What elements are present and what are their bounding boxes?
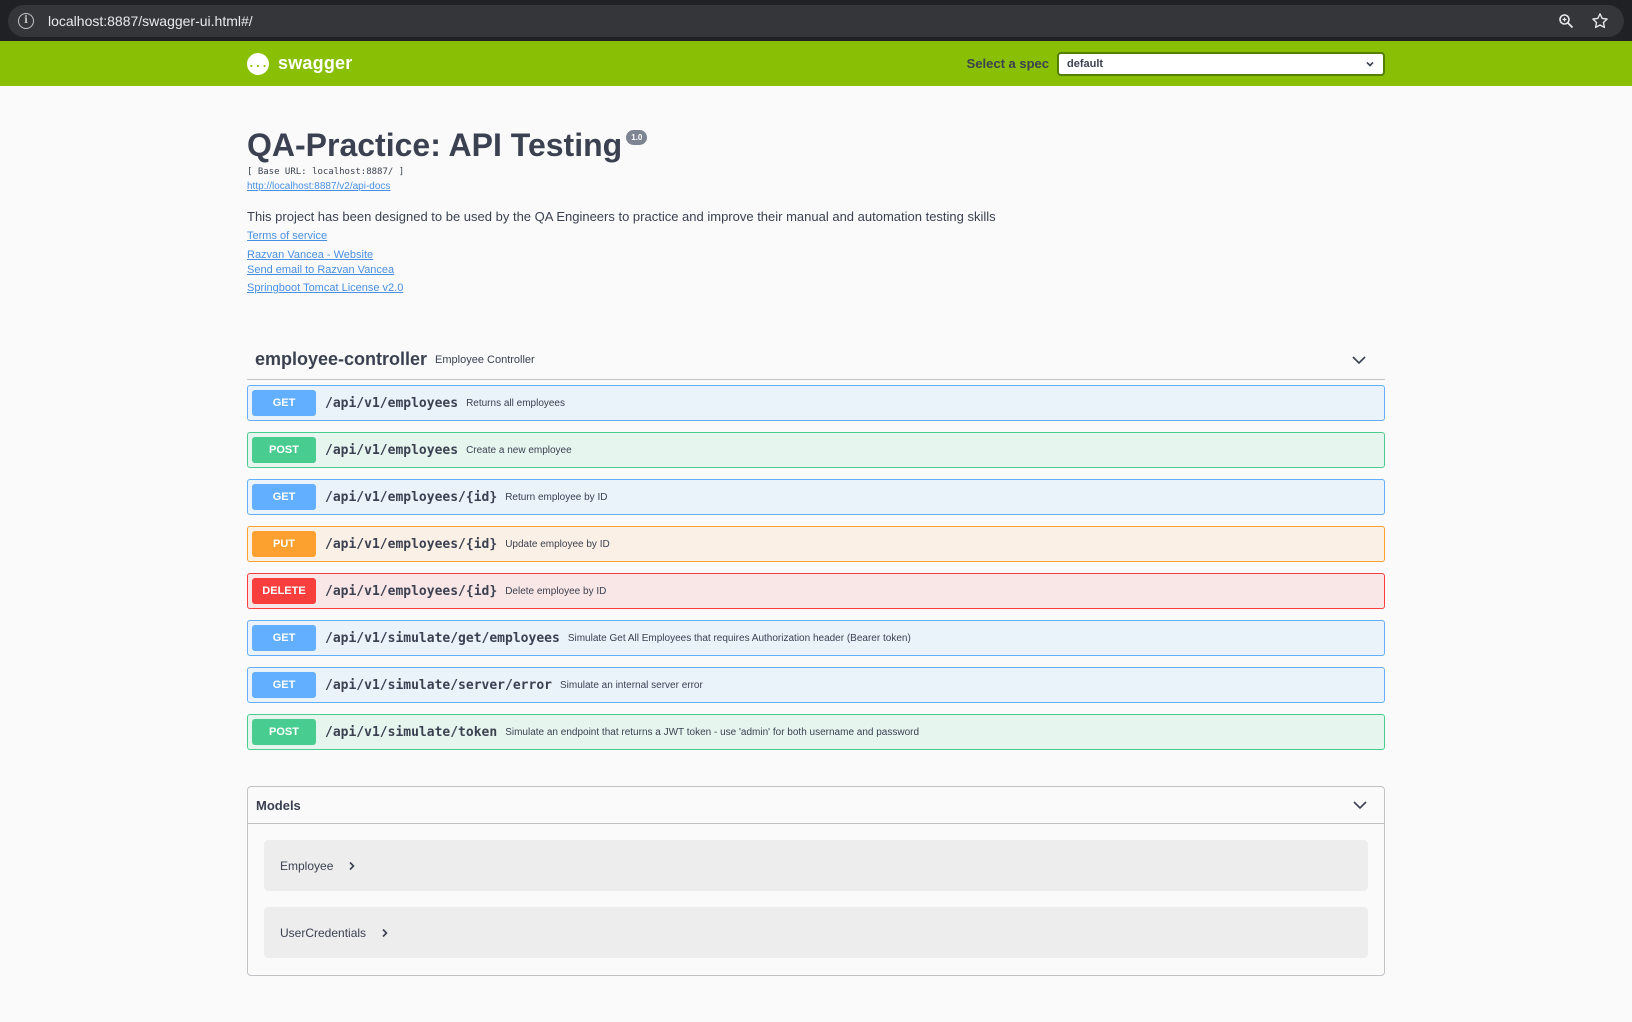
terms-link[interactable]: Terms of service [247,230,1385,242]
address-bar[interactable]: i localhost:8887/swagger-ui.html#/ [8,4,1624,37]
method-badge: GET [252,484,316,511]
models-header[interactable]: Models [248,787,1384,825]
model-name: Employee [280,858,334,873]
model-employee[interactable]: Employee [264,840,1368,892]
website-link[interactable]: Razvan Vancea - Website [247,249,1385,261]
base-url: [ Base URL: localhost:8887/ ] [247,167,405,178]
operation-path: /api/v1/simulate/get/employees [325,630,560,646]
method-badge: POST [252,437,316,464]
operation-path: /api/v1/employees [325,442,459,458]
tag-header-employee-controller[interactable]: employee-controller Employee Controller [247,340,1385,381]
chevron-down-icon [1366,61,1374,67]
chevron-right-icon[interactable] [347,861,357,871]
operation-put-employee-by-id[interactable]: PUT /api/v1/employees/{id} Update employ… [247,526,1385,563]
operation-summary: Simulate Get All Employees that requires… [567,632,911,644]
spec-select[interactable]: default [1057,51,1385,76]
method-badge: POST [252,719,316,746]
operation-post-simulate-token[interactable]: POST /api/v1/simulate/token Simulate an … [247,714,1385,751]
operation-summary: Return employee by ID [505,491,608,503]
operation-post-employees[interactable]: POST /api/v1/employees Create a new empl… [247,432,1385,469]
method-badge: DELETE [252,578,316,605]
operation-get-employees[interactable]: GET /api/v1/employees Returns all employ… [247,385,1385,422]
operation-path: /api/v1/employees/{id} [325,536,498,552]
api-docs-link[interactable]: http://localhost:8887/v2/api-docs [247,181,1385,192]
operation-path: /api/v1/employees/{id} [325,583,498,599]
operation-summary: Simulate an internal server error [559,679,703,691]
tag-description: Employee Controller [435,353,535,366]
model-name: UserCredentials [280,925,367,940]
page-title: QA-Practice: API Testing [247,127,623,163]
tag-name: employee-controller [255,349,428,370]
method-badge: GET [252,390,316,417]
chevron-down-icon[interactable] [1351,352,1367,368]
models-title: Models [256,797,301,813]
zoom-icon[interactable] [1552,7,1580,35]
method-badge: GET [252,672,316,699]
swagger-logo-icon: {...} [241,52,275,75]
operation-get-employee-by-id[interactable]: GET /api/v1/employees/{id} Return employ… [247,479,1385,516]
chevron-down-icon[interactable] [1352,797,1368,813]
swagger-topbar: {...} swagger Select a spec default [0,41,1632,86]
info-icon[interactable]: i [18,12,34,29]
operation-summary: Update employee by ID [505,538,610,550]
model-usercredentials[interactable]: UserCredentials [264,907,1368,959]
version-badge: 1.0 [626,130,648,145]
models-section: Models Employee UserCredentials [247,786,1385,977]
license-link[interactable]: Springboot Tomcat License v2.0 [247,282,1385,294]
browser-toolbar: i localhost:8887/swagger-ui.html#/ [0,0,1632,41]
api-info: QA-Practice: API Testing 1.0 [ Base URL:… [247,86,1385,294]
spec-select-value: default [1067,57,1104,70]
operation-delete-employee-by-id[interactable]: DELETE /api/v1/employees/{id} Delete emp… [247,573,1385,610]
swagger-logo-text: swagger [278,53,353,73]
operations-list: GET /api/v1/employees Returns all employ… [247,385,1385,751]
method-badge: PUT [252,531,316,558]
operation-get-simulate-employees[interactable]: GET /api/v1/simulate/get/employees Simul… [247,620,1385,657]
api-description: This project has been designed to be use… [247,209,996,225]
operation-summary: Delete employee by ID [505,585,607,597]
spec-label: Select a spec [966,56,1049,71]
operation-summary: Returns all employees [466,397,565,409]
chevron-right-icon[interactable] [380,928,390,938]
star-icon[interactable] [1586,7,1614,35]
operation-path: /api/v1/simulate/token [325,724,498,740]
operation-path: /api/v1/employees/{id} [325,489,498,505]
operation-summary: Simulate an endpoint that returns a JWT … [505,726,920,738]
method-badge: GET [252,625,316,652]
operation-path: /api/v1/employees [325,395,459,411]
email-link[interactable]: Send email to Razvan Vancea [247,264,1385,276]
url-text[interactable]: localhost:8887/swagger-ui.html#/ [48,13,1546,29]
operation-get-simulate-server-error[interactable]: GET /api/v1/simulate/server/error Simula… [247,667,1385,704]
operation-path: /api/v1/simulate/server/error [325,677,552,693]
swagger-logo[interactable]: {...} swagger [241,52,353,75]
operation-summary: Create a new employee [466,444,572,456]
